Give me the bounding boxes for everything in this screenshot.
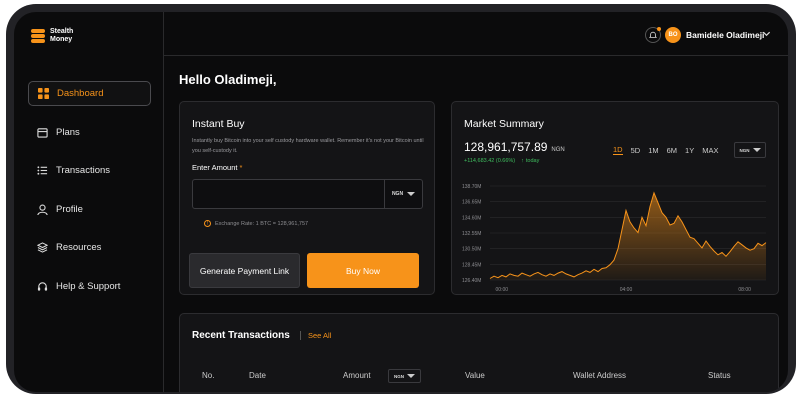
layers-icon [37, 242, 48, 253]
caret-down-icon [752, 148, 761, 152]
recent-transactions-title: Recent Transactions [192, 330, 290, 341]
market-summary-title: Market Summary [464, 118, 544, 130]
currency-select-value: NGN [391, 191, 404, 197]
app-screen: Stealth Money Dashboard Plans Transactio… [14, 12, 788, 392]
market-currency-select[interactable]: NGN [734, 142, 766, 158]
sidebar-item-dashboard[interactable]: Dashboard [28, 81, 151, 106]
sidebar: Stealth Money Dashboard Plans Transactio… [14, 12, 164, 392]
sidebar-item-plans[interactable]: Plans [28, 120, 151, 145]
y-tick-label: 126.40M [462, 278, 481, 284]
y-tick-label: 128.45M [462, 262, 481, 268]
currency-select[interactable]: NGN [384, 180, 422, 208]
x-tick-label: 08:00 [738, 287, 751, 293]
y-tick-label: 134.60M [462, 215, 481, 221]
grid-icon [38, 88, 49, 99]
sidebar-item-label: Resources [56, 242, 102, 253]
notification-bell-icon[interactable] [645, 27, 661, 43]
tab-range-1d[interactable]: 1D [613, 145, 623, 155]
sidebar-item-label: Help & Support [56, 280, 121, 292]
x-tick-label: 04:00 [620, 287, 633, 293]
sidebar-item-label: Plans [56, 126, 80, 138]
caret-down-icon [407, 374, 415, 378]
brand-name-line1: Stealth [50, 28, 74, 35]
headset-icon [37, 281, 48, 292]
y-tick-label: 130.50M [462, 247, 481, 253]
sidebar-item-label: Dashboard [57, 88, 104, 99]
device-frame: Stealth Money Dashboard Plans Transactio… [6, 4, 796, 394]
amount-currency-select[interactable]: NGN [388, 369, 421, 383]
brand-logo[interactable]: Stealth Money [31, 28, 73, 44]
page-greeting: Hello Oladimeji, [179, 72, 277, 87]
sidebar-item-label: Profile [56, 203, 83, 215]
y-tick-label: 138.70M [462, 184, 481, 190]
amount-field-group: NGN [192, 179, 423, 209]
column-header-amount: Amount [343, 371, 371, 380]
exchange-rate-text: Exchange Rate: 1 BTC = 128,961,757 [215, 220, 309, 227]
info-icon: ! [204, 220, 211, 227]
amount-label-text: Enter Amount [192, 163, 238, 172]
sidebar-item-transactions[interactable]: Transactions [28, 158, 151, 183]
price-change-period: today [525, 158, 540, 164]
logo-icon [31, 29, 45, 43]
price-value: 128,961,757.89 [464, 140, 548, 154]
amount-currency-value: NGN [394, 373, 404, 379]
column-header-wallet-address: Wallet Address [573, 371, 627, 380]
amount-label: Enter Amount * [192, 163, 242, 172]
tab-range-5d[interactable]: 5D [631, 146, 641, 155]
instant-buy-description: Instantly buy Bitcoin into your self cus… [192, 138, 424, 154]
range-tabs: 1D 5D 1M 6M 1Y MAX [613, 145, 718, 155]
brand-name-line2: Money [50, 36, 73, 43]
see-all-link[interactable]: See All [300, 331, 331, 340]
price-change: +114,683.42 (0.66%) ↑ today [464, 158, 539, 164]
amount-input[interactable] [193, 180, 385, 208]
buy-now-button[interactable]: Buy Now [307, 253, 419, 288]
tab-range-6m[interactable]: 6M [667, 146, 677, 155]
top-bar: BO Bamidele Oladimeji [164, 12, 788, 56]
market-price: 128,961,757.89 NGN [464, 140, 565, 154]
market-summary-card: Market Summary 128,961,757.89 NGN +114,6… [451, 101, 779, 295]
user-name[interactable]: Bamidele Oladimeji [686, 30, 764, 40]
price-change-value: +114,683.42 (0.66%) [464, 158, 516, 164]
column-header-status: Status [708, 371, 731, 380]
avatar[interactable]: BO [665, 27, 681, 43]
x-tick-label: 00:00 [496, 287, 509, 293]
instant-buy-title: Instant Buy [192, 118, 245, 130]
chevron-down-icon[interactable] [762, 29, 771, 40]
tab-range-1m[interactable]: 1M [648, 146, 658, 155]
generate-payment-link-button[interactable]: Generate Payment Link [189, 253, 300, 288]
tab-range-1y[interactable]: 1Y [685, 146, 694, 155]
y-tick-label: 132.55M [462, 231, 481, 237]
notification-dot [657, 27, 661, 31]
sidebar-item-label: Transactions [56, 165, 111, 176]
column-header-no: No. [202, 371, 215, 380]
y-tick-label: 136.65M [462, 200, 481, 206]
series-area [490, 192, 766, 280]
price-currency: NGN [551, 147, 565, 153]
recent-transactions-card: Recent Transactions See All No. Date Amo… [179, 313, 779, 392]
sidebar-item-resources[interactable]: Resources [28, 235, 151, 260]
sidebar-item-profile[interactable]: Profile [28, 197, 151, 222]
user-icon [37, 204, 48, 215]
list-icon [37, 165, 48, 176]
price-chart: 138.70M 136.65M 134.60M 132.55M 130.50M 128.4… [462, 184, 767, 293]
market-currency-value: NGN [739, 147, 750, 153]
sidebar-item-help-support[interactable]: Help & Support [28, 274, 151, 299]
calendar-icon [37, 127, 48, 138]
column-header-value: Value [465, 371, 485, 380]
tab-range-max[interactable]: MAX [702, 146, 718, 155]
sidebar-nav: Dashboard Plans Transactions Profile Res… [28, 81, 151, 312]
arrow-up-icon: ↑ [521, 158, 524, 164]
exchange-rate: ! Exchange Rate: 1 BTC = 128,961,757 [204, 220, 308, 227]
instant-buy-card: Instant Buy Instantly buy Bitcoin into y… [179, 101, 435, 295]
column-header-date: Date [249, 371, 266, 380]
required-mark: * [239, 163, 243, 172]
transactions-table-header: No. Date Amount NGN Value Wallet Address… [180, 366, 778, 386]
caret-down-icon [407, 192, 416, 196]
